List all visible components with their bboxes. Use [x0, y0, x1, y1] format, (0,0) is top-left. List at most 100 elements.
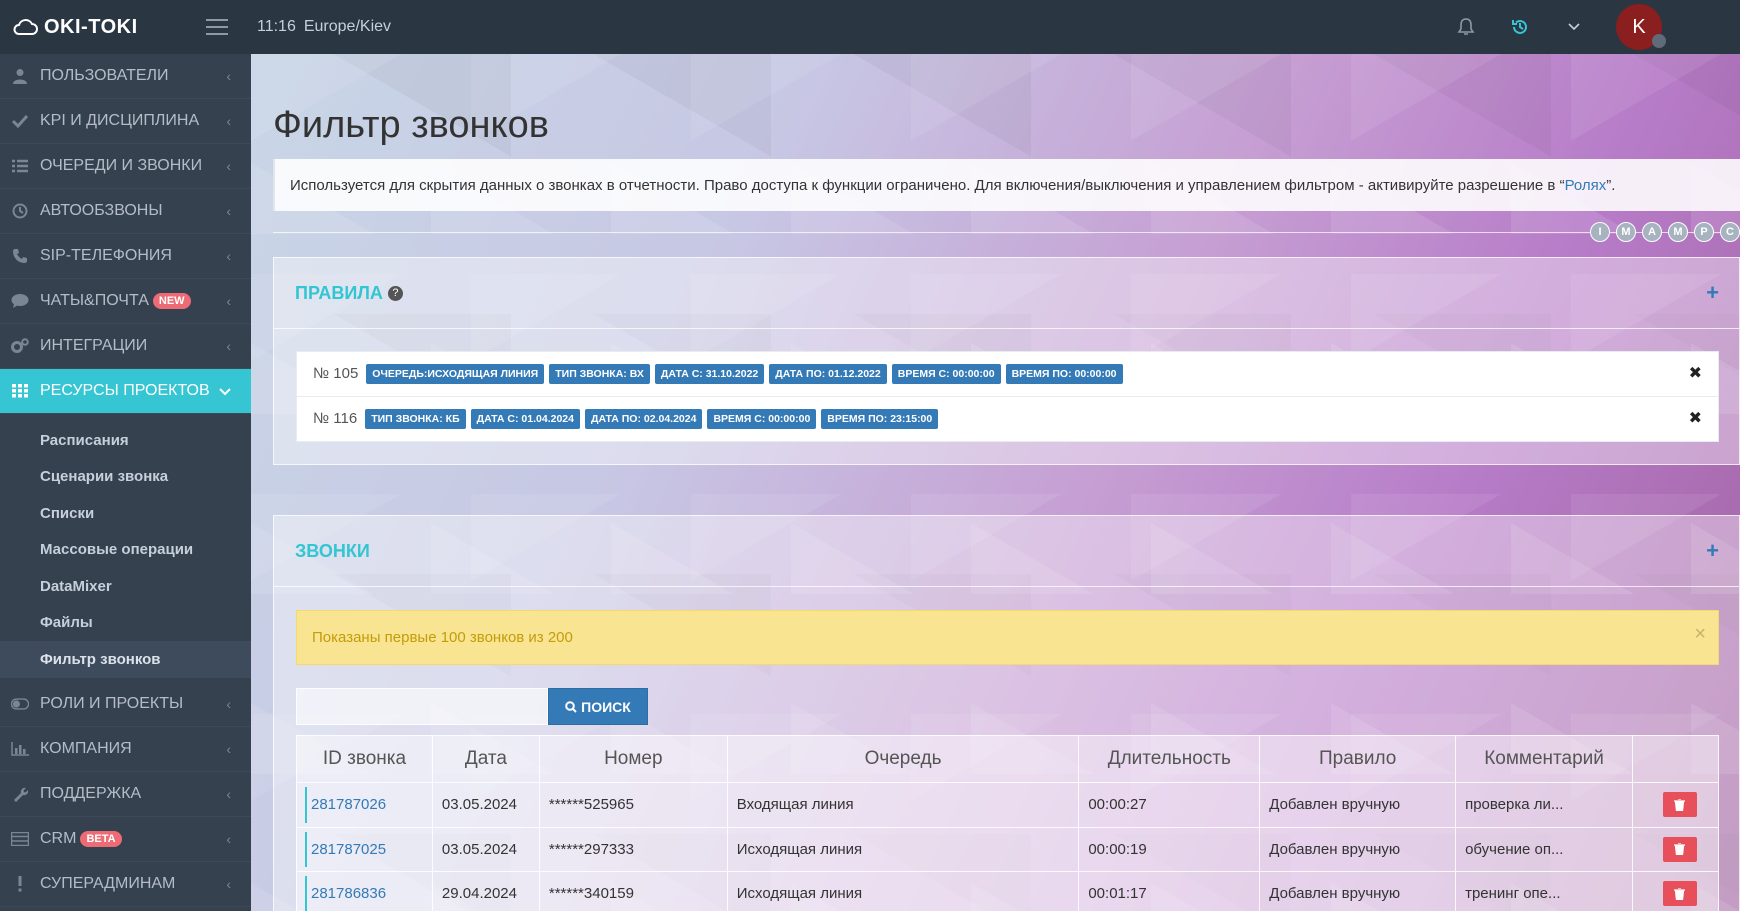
chevron-down-icon[interactable]: [1562, 15, 1586, 39]
col-date[interactable]: Дата: [431, 735, 540, 783]
sidebar-item-label: KPI И ДИСЦИПЛИНА: [40, 112, 200, 129]
sidebar-item-superadmins[interactable]: СУПЕРАДМИНАМ ‹: [0, 862, 251, 907]
delete-button[interactable]: [1662, 881, 1697, 907]
col-actions: [1631, 735, 1720, 783]
call-id-link[interactable]: 281786836: [311, 885, 386, 902]
col-rule[interactable]: Правило: [1259, 735, 1457, 783]
sidebar-item-label: SIP-ТЕЛЕФОНИЯ: [40, 247, 172, 264]
top-bar: OKI-TOKI 11:16 Europe/Kiev K: [0, 0, 1740, 54]
table-icon: [11, 830, 29, 848]
sidebar-item-kpi[interactable]: KPI И ДИСЦИПЛИНА ‹: [0, 99, 251, 144]
toggle-icon: [11, 695, 29, 713]
rule-number: № 105: [313, 365, 359, 383]
sidebar-item-crm[interactable]: CRM BETA ‹: [0, 817, 251, 862]
sidebar-item-sip[interactable]: SIP-ТЕЛЕФОНИЯ ‹: [0, 234, 251, 279]
avatar[interactable]: K: [1616, 4, 1666, 50]
dot-a[interactable]: A: [1642, 222, 1662, 242]
sub-item-schedules[interactable]: Расписания: [0, 422, 251, 459]
add-rule-plus-icon[interactable]: +: [1706, 280, 1719, 306]
clock-time: 11:16: [257, 18, 296, 35]
chevron-left-icon: ‹: [226, 740, 231, 757]
rule-tag: ДАТА ПО: 02.04.2024: [584, 408, 703, 429]
roles-link[interactable]: Ролях: [1565, 177, 1607, 194]
sidebar-item-users[interactable]: ПОЛЬЗОВАТЕЛИ ‹: [0, 54, 251, 99]
col-queue[interactable]: Очередь: [726, 735, 1080, 783]
col-number[interactable]: Номер: [538, 735, 728, 783]
dot-c[interactable]: C: [1720, 222, 1740, 242]
sidebar-item-label: ОЧЕРЕДИ И ЗВОНКИ: [40, 157, 203, 174]
cell-number: ******340159: [538, 871, 728, 911]
sidebar-item-project-resources[interactable]: РЕСУРСЫ ПРОЕКТОВ: [0, 369, 251, 414]
history-icon[interactable]: [1508, 15, 1532, 39]
cell-duration: 00:00:27: [1078, 782, 1261, 828]
check-icon: [11, 112, 29, 130]
cell-duration: 00:00:19: [1078, 826, 1261, 872]
sidebar-item-integrations[interactable]: ИНТЕГРАЦИИ ‹: [0, 324, 251, 369]
chevron-left-icon: ‹: [226, 113, 231, 129]
sidebar-item-label: ПОДДЕРЖКА: [40, 784, 142, 802]
rule-tag: ВРЕМЯ С: 00:00:00: [891, 363, 1001, 384]
rule-row: № 116 ТИП ЗВОНКА: КБ ДАТА С: 01.04.2024 …: [297, 397, 1718, 442]
sidebar-item-roles[interactable]: РОЛИ И ПРОЕКТЫ ‹: [0, 682, 251, 727]
bell-icon[interactable]: [1454, 15, 1478, 39]
dot-m1[interactable]: M: [1616, 222, 1636, 242]
trash-icon: [1674, 887, 1686, 900]
call-id-link[interactable]: 281787026: [311, 796, 386, 813]
user-icon: [11, 67, 29, 85]
cell-duration: 00:01:17: [1078, 871, 1261, 911]
sidebar-item-label: CRM: [40, 829, 77, 847]
dot-p[interactable]: P: [1694, 222, 1714, 242]
col-call-id[interactable]: ID звонка: [296, 735, 433, 783]
col-comment[interactable]: Комментарий: [1455, 735, 1633, 783]
sidebar-item-support[interactable]: ПОДДЕРЖКА ‹: [0, 772, 251, 817]
sidebar-item-company[interactable]: КОМПАНИЯ ‹: [0, 727, 251, 772]
table-row: 281787025 03.05.2024 ******297333 Исходя…: [296, 826, 1720, 872]
table-row: 281786836 29.04.2024 ******340159 Исходя…: [296, 871, 1720, 911]
chevron-left-icon: ‹: [226, 695, 231, 712]
chevron-left-icon: ‹: [226, 785, 231, 802]
sub-item-datamixer[interactable]: DataMixer: [0, 568, 251, 605]
delete-rule-close-icon[interactable]: ✖: [1689, 363, 1702, 383]
delete-button[interactable]: [1662, 792, 1697, 818]
chevron-left-icon: ‹: [226, 158, 231, 174]
rule-number: № 116: [313, 410, 358, 428]
rule-tag: ТИП ЗВОНКА: КБ: [365, 408, 466, 429]
rule-tag: ТИП ЗВОНКА: ВХ: [549, 363, 650, 384]
sidebar-item-label: РЕСУРСЫ ПРОЕКТОВ: [40, 382, 210, 399]
grid-icon: [11, 382, 29, 400]
wrench-icon: [11, 785, 29, 803]
question-icon[interactable]: ?: [387, 285, 403, 301]
sub-item-call-filter[interactable]: Фильтр звонков: [0, 641, 251, 678]
col-duration[interactable]: Длительность: [1078, 735, 1261, 783]
dot-m2[interactable]: M: [1668, 222, 1688, 242]
calls-panel: ЗВОНКИ + Показаны первые 100 звонков из …: [273, 515, 1740, 911]
calls-panel-title: ЗВОНКИ: [295, 540, 370, 561]
call-id-link[interactable]: 281787025: [311, 841, 386, 858]
delete-button[interactable]: [1662, 836, 1697, 862]
logo-text: OKI-TOKI: [44, 15, 138, 38]
menu-toggle-icon[interactable]: [206, 19, 228, 35]
add-call-plus-icon[interactable]: +: [1706, 538, 1719, 564]
alert-close-icon[interactable]: ×: [1694, 623, 1706, 646]
rules-panel-header: ПРАВИЛА ? +: [274, 258, 1739, 329]
sidebar: ПОЛЬЗОВАТЕЛИ ‹ KPI И ДИСЦИПЛИНА ‹ ОЧЕРЕД…: [0, 54, 251, 911]
sub-item-lists[interactable]: Списки: [0, 495, 251, 532]
sidebar-item-label: КОМПАНИЯ: [40, 739, 132, 757]
chat-icon: [11, 292, 29, 310]
sub-item-files[interactable]: Файлы: [0, 605, 251, 642]
search-input[interactable]: [296, 688, 548, 725]
sub-item-call-scenarios[interactable]: Сценарии звонка: [0, 459, 251, 496]
rules-list: № 105 ОЧЕРЕДЬ:ИСХОДЯЩАЯ ЛИНИЯ ТИП ЗВОНКА…: [296, 351, 1719, 442]
dot-indicators: I M A M P C: [1584, 222, 1740, 242]
delete-rule-close-icon[interactable]: ✖: [1689, 408, 1702, 428]
sidebar-item-chats[interactable]: ЧАТЫ&ПОЧТА NEW ‹: [0, 279, 251, 324]
sidebar-item-autodial[interactable]: АВТООБЗВОНЫ ‹: [0, 189, 251, 234]
sub-item-mass-operations[interactable]: Массовые операции: [0, 532, 251, 569]
chevron-left-icon: ‹: [226, 293, 231, 309]
sidebar-item-queues[interactable]: ОЧЕРЕДИ И ЗВОНКИ ‹: [0, 144, 251, 189]
info-note: Используется для скрытия данных о звонка…: [273, 159, 1740, 211]
cell-date: 29.04.2024: [431, 871, 540, 911]
cell-queue: Исходящая линия: [726, 826, 1080, 872]
search-button[interactable]: ПОИСК: [548, 688, 648, 725]
dot-i[interactable]: I: [1590, 222, 1610, 242]
